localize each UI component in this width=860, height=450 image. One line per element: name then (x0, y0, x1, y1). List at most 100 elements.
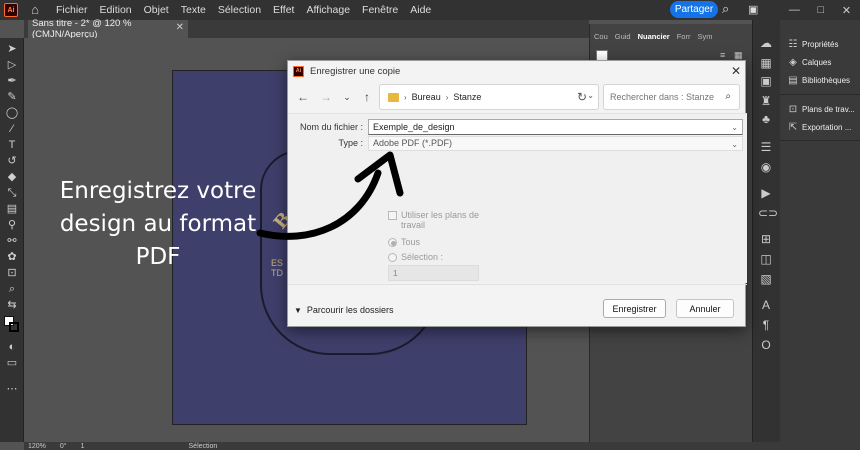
document-tab[interactable]: Sans titre - 2* @ 120 % (CMJN/Aperçu) ✕ (28, 18, 188, 40)
menu-selection[interactable]: Sélection (218, 4, 261, 16)
search-icon[interactable]: ⌕ (725, 91, 731, 102)
overlay-caption: Enregistrez votre design au format PDF (50, 175, 266, 274)
ellipse-tool-icon[interactable]: ◯ (4, 106, 20, 120)
swatches-panel-tabs: Cou Guid Nuancier Forr Sym (592, 30, 749, 44)
filetype-select[interactable]: Adobe PDF (*.PDF) ⌄ (368, 136, 743, 151)
chevron-down-icon[interactable]: ⌄ (731, 121, 738, 135)
image-trace-icon[interactable]: ▦ (758, 56, 774, 70)
graphic-styles-icon[interactable]: ▧ (758, 272, 774, 286)
tab-symboles[interactable]: Sym (695, 30, 714, 44)
menu-edition[interactable]: Edition (100, 4, 132, 16)
menu-fenetre[interactable]: Fenêtre (362, 4, 398, 16)
up-arrow-icon[interactable]: ↑ (360, 90, 374, 104)
club-icon[interactable]: ♣ (758, 112, 774, 126)
close-icon[interactable]: ✕ (842, 4, 851, 17)
appearance-icon[interactable]: ◫ (758, 252, 774, 266)
paragraph-icon[interactable]: ¶ (758, 318, 774, 332)
tab-couleur[interactable]: Cou (592, 30, 610, 44)
swap-colors-icon[interactable]: ⇆ (4, 298, 20, 312)
list-view-icon[interactable]: ≡ (720, 50, 730, 60)
draw-mode-icon[interactable]: ◐ (4, 340, 20, 354)
eraser-tool-icon[interactable]: ◆ (4, 170, 20, 184)
menu-effet[interactable]: Effet (273, 4, 294, 16)
screen-mode-icon[interactable]: ▭ (4, 356, 20, 370)
zoom-tool-icon[interactable]: ⌕ (4, 282, 20, 296)
tab-close-icon[interactable]: ✕ (176, 22, 184, 33)
maximize-icon[interactable]: □ (818, 4, 825, 16)
window-controls: — □ ✕ (780, 0, 860, 20)
gradient-tool-icon[interactable]: ▤ (4, 202, 20, 216)
chevron-down-icon[interactable]: ⌄ (731, 138, 738, 151)
address-bar[interactable]: › Bureau › Stanze ⌄ (379, 84, 599, 110)
breadcrumb-bureau[interactable]: Bureau (412, 92, 441, 102)
search-input[interactable] (610, 92, 718, 102)
pen-tool-icon[interactable]: ✒ (4, 74, 20, 88)
stroke-color-icon[interactable] (9, 322, 19, 332)
transform-icon[interactable]: ⊞ (758, 232, 774, 246)
overlay-line-1: Enregistrez votre (59, 178, 257, 204)
artboard-number[interactable]: 1 (81, 443, 85, 450)
save-button[interactable]: Enregistrer (603, 299, 666, 318)
search-icon[interactable]: ⌕ (722, 1, 738, 17)
back-arrow-icon[interactable]: ← (296, 90, 310, 104)
direct-selection-tool-icon[interactable]: ▷ (4, 58, 20, 72)
rotation-angle[interactable]: 0° (60, 443, 67, 450)
tools-panel: ➤ ▷ ✒ ✎ ◯ ⁄ T ↺ ◆ ⤡ ▤ ⚲ ⚯ ✿ ⊡ ⌕ ⇆ ◐ ▭ ⋯ (0, 38, 24, 442)
workspace-icon[interactable]: ▣ (748, 3, 762, 17)
chevron-down-icon[interactable]: ⌄ (587, 91, 594, 100)
filename-field[interactable]: Exemple_de_design ⌄ (368, 119, 743, 135)
dock-item-calques[interactable]: ◈ Calques (788, 55, 860, 69)
character-icon[interactable]: A (758, 298, 774, 312)
search-box[interactable]: ⌕ (603, 84, 740, 110)
pathfinder-icon[interactable]: ◉ (758, 160, 774, 174)
share-button[interactable]: Partager (670, 1, 718, 18)
cancel-button[interactable]: Annuler (676, 299, 734, 318)
symbol-sprayer-tool-icon[interactable]: ✿ (4, 250, 20, 264)
dock-item-exportation[interactable]: ⇱ Exportation ... (788, 120, 860, 134)
type-tool-icon[interactable]: T (4, 138, 20, 152)
tab-guide[interactable]: Guid (613, 30, 633, 44)
puppet-icon[interactable]: ♜ (758, 94, 774, 108)
cc-libraries-icon[interactable]: ☁ (758, 36, 774, 50)
dock-item-plans[interactable]: ⊡ Plans de trav... (788, 102, 860, 116)
tab-formes[interactable]: Forr (675, 30, 693, 44)
range-field[interactable]: 1 (388, 265, 479, 281)
breadcrumb-stanze[interactable]: Stanze (453, 92, 481, 102)
document-tab-title: Sans titre - 2* @ 120 % (CMJN/Aperçu) (32, 18, 132, 40)
browse-folders-toggle[interactable]: ▼ Parcourir les dossiers (294, 305, 393, 315)
align-icon[interactable]: ☰ (758, 140, 774, 154)
menu-objet[interactable]: Objet (144, 4, 169, 16)
home-icon[interactable]: ⌂ (28, 3, 42, 17)
scale-tool-icon[interactable]: ⤡ (4, 186, 20, 200)
grid-view-icon[interactable]: ▦ (734, 50, 744, 60)
artboard-tool-icon[interactable]: ⊡ (4, 266, 20, 280)
menu-fichier[interactable]: Fichier (56, 4, 88, 16)
link-icon[interactable]: ⊂⊃ (758, 206, 778, 220)
illustrator-logo-icon: Ai (4, 3, 18, 17)
dialog-close-icon[interactable]: ✕ (731, 64, 741, 78)
image-icon[interactable]: ▣ (758, 74, 774, 88)
badge-sub-line2: TD (271, 268, 283, 278)
forward-arrow-icon[interactable]: → (319, 90, 333, 104)
play-icon[interactable]: ▶ (758, 186, 774, 200)
dock-item-bibliotheques[interactable]: ▤ Bibliothèques (788, 73, 860, 87)
eyedropper-tool-icon[interactable]: ⚲ (4, 218, 20, 232)
dock-item-proprietes[interactable]: ☷ Propriétés (788, 37, 860, 51)
recent-dropdown-icon[interactable]: ⌄ (340, 90, 354, 104)
zoom-level[interactable]: 120% (28, 443, 46, 450)
brush-tool-icon[interactable]: ⁄ (4, 122, 20, 136)
tab-nuancier[interactable]: Nuancier (636, 30, 672, 44)
menu-aide[interactable]: Aide (410, 4, 431, 16)
curvature-tool-icon[interactable]: ✎ (4, 90, 20, 104)
menu-texte[interactable]: Texte (181, 4, 206, 16)
menu-affichage[interactable]: Affichage (306, 4, 350, 16)
blend-tool-icon[interactable]: ⚯ (4, 234, 20, 248)
refresh-icon[interactable]: ↻ (577, 90, 587, 104)
more-tools-icon[interactable]: ⋯ (4, 382, 20, 396)
dialog-title: Enregistrer une copie (310, 65, 401, 77)
dock-item-label: Bibliothèques (802, 75, 851, 85)
rotate-tool-icon[interactable]: ↺ (4, 154, 20, 168)
selection-tool-icon[interactable]: ➤ (4, 42, 20, 56)
minimize-icon[interactable]: — (789, 4, 800, 16)
opentype-icon[interactable]: O (758, 338, 774, 352)
